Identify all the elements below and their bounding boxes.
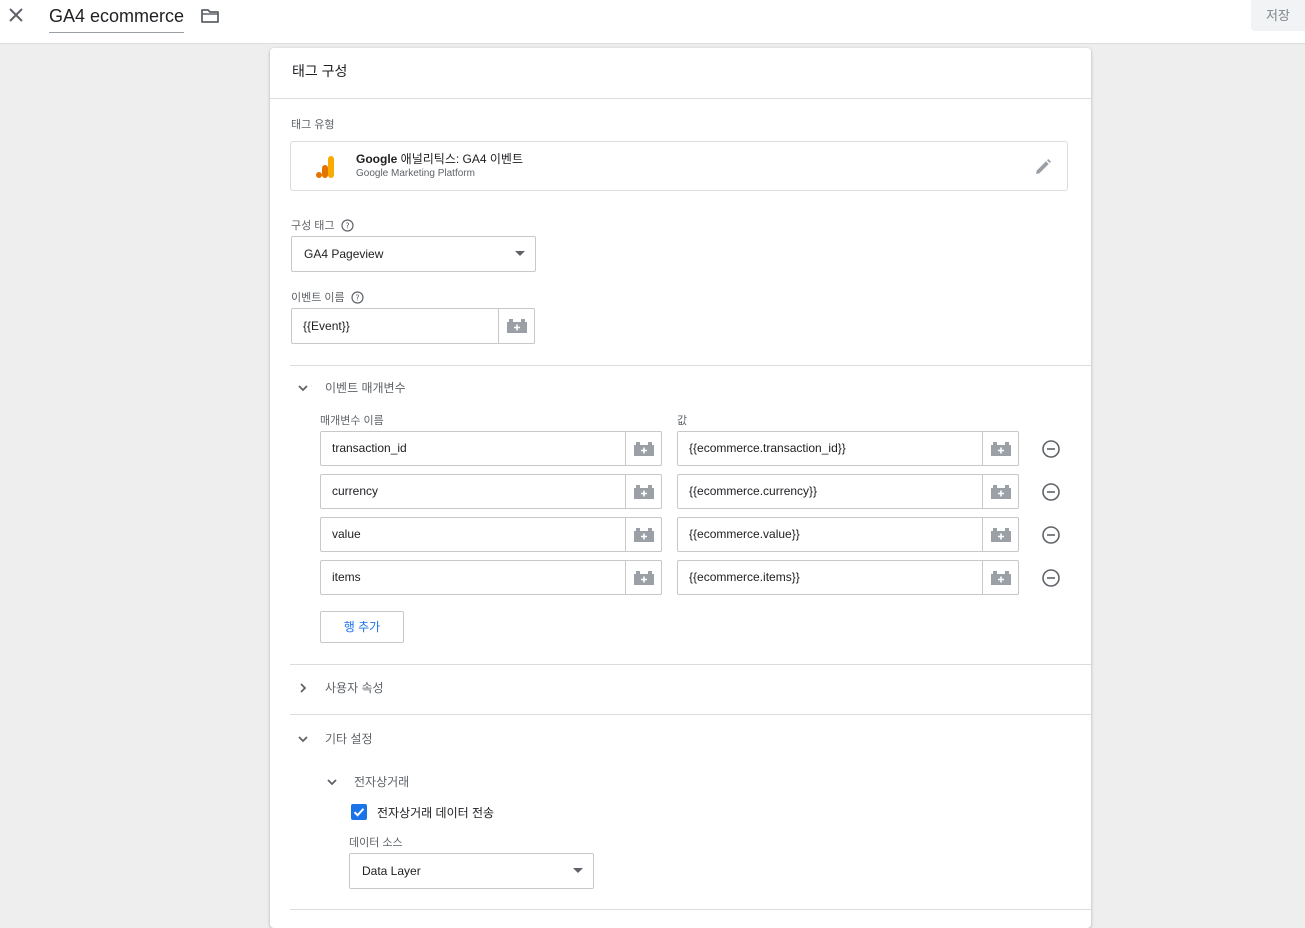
send-ecommerce-data-checkbox[interactable]: [351, 804, 367, 820]
user-properties-title: 사용자 속성: [325, 681, 384, 695]
param-value-input[interactable]: {{ecommerce.transaction_id}}: [677, 431, 1019, 466]
pencil-icon[interactable]: [1033, 157, 1053, 177]
data-source-select[interactable]: Data Layer: [349, 853, 594, 889]
title-divider: [270, 98, 1091, 99]
param-name-input[interactable]: transaction_id: [320, 431, 662, 466]
variable-picker-button[interactable]: [625, 431, 662, 466]
variable-brick-icon: [633, 527, 654, 542]
remove-row-icon[interactable]: [1041, 568, 1061, 588]
param-value-value: {{ecommerce.items}}: [689, 570, 800, 584]
variable-brick-icon: [990, 484, 1011, 499]
remove-row-icon[interactable]: [1041, 525, 1061, 545]
variable-brick-icon: [633, 570, 654, 585]
top-bar: GA4 ecommerce 저장: [0, 0, 1305, 44]
help-icon[interactable]: ?: [340, 218, 354, 232]
config-tag-select[interactable]: GA4 Pageview: [291, 236, 536, 272]
add-row-button[interactable]: 행 추가: [320, 611, 404, 643]
tag-type-selector[interactable]: Google 애널리틱스: GA4 이벤트 Google Marketing P…: [290, 141, 1068, 191]
variable-picker-button[interactable]: [982, 517, 1019, 552]
event-name-input[interactable]: {{Event}}: [291, 308, 535, 344]
config-tag-label: 구성 태그: [291, 220, 335, 232]
param-value-value: {{ecommerce.currency}}: [689, 484, 818, 498]
variable-picker-button[interactable]: [625, 517, 662, 552]
tag-type-platform: Google Marketing Platform: [356, 168, 475, 179]
chevron-down-icon: [298, 384, 308, 391]
checkmark-icon: [353, 808, 365, 817]
dropdown-arrow-icon: [515, 251, 525, 256]
user-properties-section-toggle[interactable]: 사용자 속성: [295, 679, 384, 696]
param-name-value: transaction_id: [332, 441, 407, 455]
param-value-value: {{ecommerce.transaction_id}}: [689, 441, 846, 455]
param-name-input[interactable]: value: [320, 517, 662, 552]
event-name-label: 이벤트 이름: [291, 292, 345, 304]
dropdown-arrow-icon: [573, 868, 583, 873]
event-name-value: {{Event}}: [303, 319, 350, 333]
data-source-label: 데이터 소스: [349, 837, 403, 849]
variable-brick-icon: [506, 319, 527, 333]
section-divider: [290, 664, 1091, 665]
google-analytics-icon: [316, 156, 334, 178]
variable-brick-icon: [990, 570, 1011, 585]
param-name-value: items: [332, 570, 361, 584]
event-name-label-row: 이벤트 이름 ?: [291, 289, 364, 305]
variable-picker-button[interactable]: [625, 474, 662, 509]
variable-picker-button[interactable]: [982, 431, 1019, 466]
folder-button[interactable]: [199, 5, 221, 27]
variable-picker-button[interactable]: [982, 560, 1019, 595]
param-name-input[interactable]: currency: [320, 474, 662, 509]
ecommerce-title: 전자상거래: [354, 775, 410, 789]
close-icon: [9, 8, 23, 22]
event-params-title: 이벤트 매개변수: [325, 381, 406, 395]
tag-name: GA4 ecommerce: [49, 6, 185, 26]
folder-icon: [201, 9, 219, 23]
tag-name-field[interactable]: GA4 ecommerce: [49, 4, 185, 33]
more-settings-section-toggle[interactable]: 기타 설정: [295, 730, 373, 747]
section-divider: [290, 714, 1091, 715]
config-tag-value: GA4 Pageview: [304, 247, 384, 261]
ecommerce-section-toggle[interactable]: 전자상거래: [324, 773, 409, 790]
param-name-value: value: [332, 527, 361, 541]
section-divider: [290, 365, 1091, 366]
param-value-value: {{ecommerce.value}}: [689, 527, 800, 541]
variable-picker-button[interactable]: [982, 474, 1019, 509]
param-value-input[interactable]: {{ecommerce.items}}: [677, 560, 1019, 595]
param-value-input[interactable]: {{ecommerce.value}}: [677, 517, 1019, 552]
variable-brick-icon: [633, 484, 654, 499]
remove-row-icon[interactable]: [1041, 439, 1061, 459]
tag-type-name: Google 애널리틱스: GA4 이벤트: [356, 152, 524, 166]
card-title: 태그 구성: [292, 63, 348, 79]
variable-picker-button[interactable]: [625, 560, 662, 595]
tag-configuration-card: 태그 구성 태그 유형 Google 애널리틱스: GA4 이벤트 Google…: [270, 48, 1091, 928]
variable-brick-icon: [990, 441, 1011, 456]
chevron-right-icon: [300, 682, 307, 693]
save-button[interactable]: 저장: [1251, 0, 1305, 31]
param-value-column-header: 값: [677, 415, 688, 427]
param-name-column-header: 매개변수 이름: [320, 415, 384, 427]
more-settings-title: 기타 설정: [325, 732, 373, 746]
param-name-input[interactable]: items: [320, 560, 662, 595]
event-params-section-toggle[interactable]: 이벤트 매개변수: [295, 379, 406, 396]
config-tag-label-row: 구성 태그 ?: [291, 217, 354, 233]
chevron-down-icon: [298, 735, 308, 742]
variable-picker-button[interactable]: [498, 308, 535, 344]
param-value-input[interactable]: {{ecommerce.currency}}: [677, 474, 1019, 509]
data-source-value: Data Layer: [362, 864, 421, 878]
close-button[interactable]: [5, 4, 27, 26]
help-icon[interactable]: ?: [351, 290, 364, 304]
tag-type-label: 태그 유형: [291, 119, 335, 131]
param-name-value: currency: [332, 484, 379, 498]
send-ecommerce-data-label: 전자상거래 데이터 전송: [377, 806, 495, 820]
variable-brick-icon: [633, 441, 654, 456]
remove-row-icon[interactable]: [1041, 482, 1061, 502]
section-divider: [290, 909, 1091, 910]
svg-text:?: ?: [345, 221, 349, 230]
chevron-down-icon: [327, 778, 337, 785]
svg-text:?: ?: [355, 293, 359, 302]
variable-brick-icon: [990, 527, 1011, 542]
